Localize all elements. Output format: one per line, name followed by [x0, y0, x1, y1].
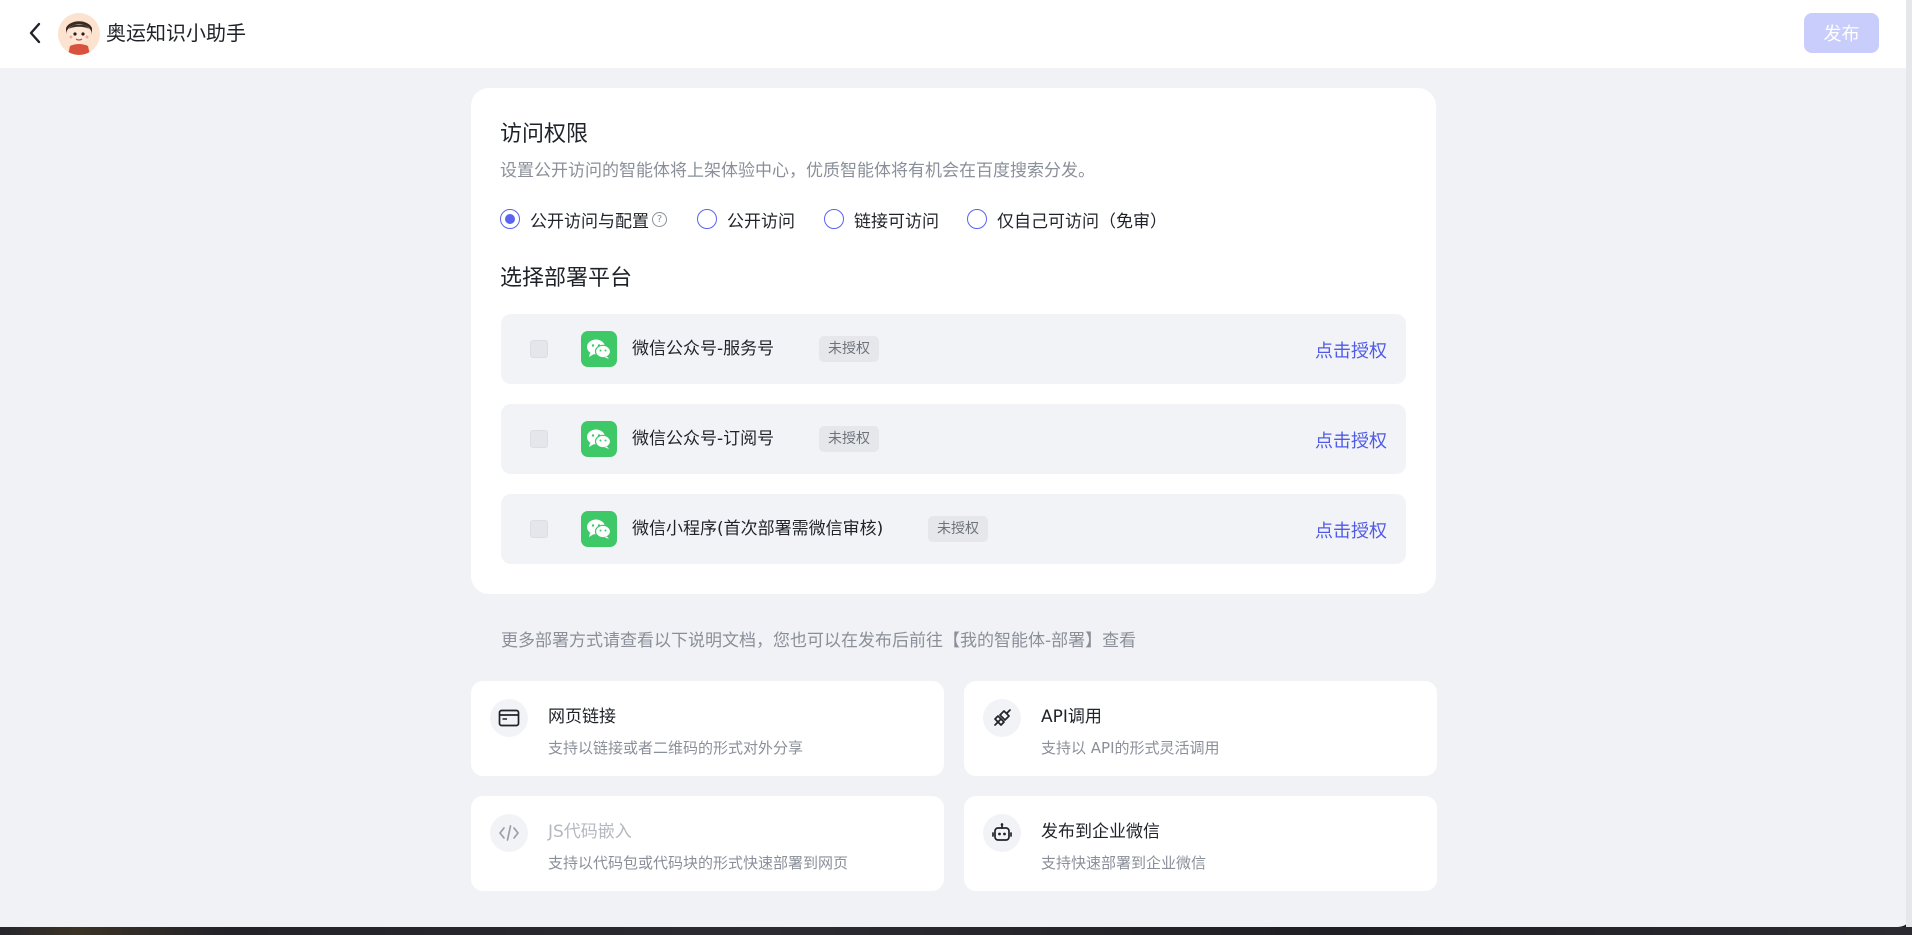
radio-public-config[interactable]: 公开访问与配置 ? — [500, 207, 667, 232]
plug-icon — [983, 699, 1021, 737]
auth-status-badge: 未授权 — [819, 426, 879, 452]
radio-unchecked-icon — [697, 209, 717, 229]
radio-private[interactable]: 仅自己可访问（免审） — [967, 207, 1167, 232]
top-bar: 奥运知识小助手 发布 — [0, 0, 1912, 68]
platform-checkbox[interactable] — [530, 520, 548, 538]
code-icon — [490, 814, 528, 852]
access-section-description: 设置公开访问的智能体将上架体验中心，优质智能体将有机会在百度搜索分发。 — [500, 161, 1095, 181]
wechat-icon — [581, 511, 617, 547]
platform-name: 微信公众号-订阅号 — [632, 429, 775, 449]
radio-unchecked-icon — [824, 209, 844, 229]
authorize-link[interactable]: 点击授权 — [1315, 337, 1387, 363]
option-web-link[interactable]: 网页链接 支持以链接或者二维码的形式对外分享 — [471, 681, 944, 776]
radio-checked-icon — [500, 209, 520, 229]
option-description: 支持快速部署到企业微信 — [1041, 854, 1207, 872]
radio-unchecked-icon — [967, 209, 987, 229]
deploy-settings-card: 访问权限 设置公开访问的智能体将上架体验中心，优质智能体将有机会在百度搜索分发。… — [471, 88, 1436, 594]
option-js-embed: JS代码嵌入 支持以代码包或代码块的形式快速部署到网页 — [471, 796, 944, 891]
app-window: 奥运知识小助手 发布 访问权限 设置公开访问的智能体将上架体验中心，优质智能体将… — [0, 0, 1912, 927]
back-button[interactable] — [22, 20, 48, 46]
platform-row-mini-program: 微信小程序(首次部署需微信审核) 未授权 点击授权 — [501, 494, 1406, 564]
auth-status-badge: 未授权 — [819, 336, 879, 362]
radio-label: 公开访问与配置 — [530, 211, 649, 232]
question-mark-icon[interactable]: ? — [652, 211, 667, 227]
wechat-icon — [581, 331, 617, 367]
authorize-link[interactable]: 点击授权 — [1315, 427, 1387, 453]
robot-icon — [983, 814, 1021, 852]
option-wecom[interactable]: 发布到企业微信 支持快速部署到企业微信 — [964, 796, 1437, 891]
option-title: API调用 — [1041, 707, 1102, 727]
platform-checkbox[interactable] — [530, 430, 548, 448]
window-right-edge — [1906, 0, 1912, 935]
more-deploy-hint: 更多部署方式请查看以下说明文档，您也可以在发布后前往【我的智能体-部署】查看 — [501, 631, 1137, 651]
option-title: JS代码嵌入 — [548, 822, 632, 842]
radio-link-access[interactable]: 链接可访问 — [824, 207, 939, 232]
authorize-link[interactable]: 点击授权 — [1315, 517, 1387, 543]
agent-avatar — [58, 13, 100, 55]
option-title: 网页链接 — [548, 707, 616, 727]
platform-name: 微信小程序(首次部署需微信审核) — [632, 519, 884, 539]
agent-title: 奥运知识小助手 — [106, 21, 246, 45]
option-description: 支持以链接或者二维码的形式对外分享 — [548, 739, 804, 757]
platform-checkbox[interactable] — [530, 340, 548, 358]
access-radio-group: 公开访问与配置 ? 公开访问 链接可访问 仅自己可访问（免审） — [500, 206, 1189, 232]
platform-name: 微信公众号-服务号 — [632, 339, 775, 359]
publish-button[interactable]: 发布 — [1804, 13, 1879, 53]
browser-window-icon — [490, 699, 528, 737]
chevron-left-icon — [29, 22, 41, 44]
desktop-background-strip — [0, 927, 1912, 935]
platform-section-title: 选择部署平台 — [500, 266, 633, 291]
radio-label: 链接可访问 — [854, 211, 939, 232]
wechat-icon — [581, 421, 617, 457]
access-section-title: 访问权限 — [500, 122, 589, 147]
radio-label: 仅自己可访问（免审） — [997, 211, 1167, 232]
option-title: 发布到企业微信 — [1041, 822, 1160, 842]
platform-row-service-account: 微信公众号-服务号 未授权 点击授权 — [501, 314, 1406, 384]
auth-status-badge: 未授权 — [928, 516, 988, 542]
option-description: 支持以代码包或代码块的形式快速部署到网页 — [548, 854, 849, 872]
radio-label: 公开访问 — [727, 211, 795, 232]
radio-public[interactable]: 公开访问 — [697, 207, 795, 232]
option-description: 支持以 API的形式灵活调用 — [1041, 739, 1220, 757]
platform-row-subscription-account: 微信公众号-订阅号 未授权 点击授权 — [501, 404, 1406, 474]
option-api[interactable]: API调用 支持以 API的形式灵活调用 — [964, 681, 1437, 776]
